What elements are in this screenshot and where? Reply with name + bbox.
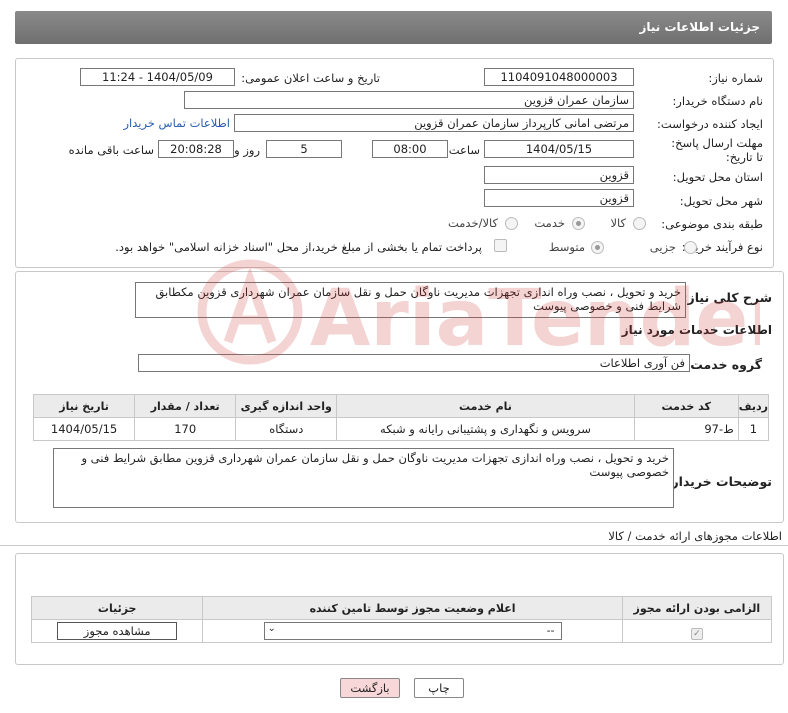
cell-need-date: 1404/05/15 (32, 417, 136, 441)
deadline-date-field: 1404/05/15 (484, 140, 634, 158)
hour-label: ساعت (448, 143, 480, 157)
process-radio-minor[interactable] (684, 241, 697, 254)
category-option-goods-service: کالا/خدمت (447, 216, 498, 230)
col-row: ردیف (737, 394, 770, 418)
buyer-notes-label: توضیحات خریدار: (666, 474, 772, 489)
permits-heading: اطلاعات مجوزهای ارائه خدمت / کالا (608, 529, 782, 543)
deadline-hour-field: 08:00 (372, 140, 448, 158)
table-row: 1 ط-97 سرویس و نگهداری و پشتیبانی رایانه… (32, 417, 770, 441)
days-label: روز و (234, 143, 260, 157)
back-button[interactable]: بازگشت (340, 678, 400, 698)
category-radio-service[interactable] (572, 217, 585, 230)
services-table: ردیف کد خدمت نام خدمت واحد اندازه گیری ت… (32, 394, 770, 441)
table-row: ✓ -- ⌄ مشاهده مجوز (30, 619, 773, 643)
need-info-panel (15, 58, 774, 268)
cell-service-name: سرویس و نگهداری و پشتیبانی رایانه و شبکه (336, 417, 635, 441)
summary-label: شرح کلی نیاز: (682, 290, 772, 305)
city-label: شهر محل تحویل: (679, 194, 763, 208)
service-group-label: گروه خدمت: (685, 357, 762, 372)
permits-table: الزامی بودن ارائه مجوز اعلام وضعیت مجوز … (30, 596, 773, 643)
province-field: قزوین (484, 166, 634, 184)
page-title: جزئیات اطلاعات نیاز (639, 20, 760, 34)
buyer-org-label: نام دستگاه خریدار: (672, 94, 763, 108)
col-quantity: تعداد / مقدار (134, 394, 237, 418)
cell-permit-details: مشاهده مجوز (30, 619, 204, 643)
cell-row: 1 (737, 417, 770, 441)
announce-label: تاریخ و ساعت اعلان عمومی: (241, 71, 380, 85)
cell-unit: دستگاه (235, 417, 338, 441)
remaining-time-field: 20:08:28 (158, 140, 234, 158)
services-heading: اطلاعات خدمات مورد نیاز (621, 323, 772, 337)
category-radio-goods-service[interactable] (505, 217, 518, 230)
category-label: طبقه بندی موضوعی: (661, 217, 763, 231)
service-group-field: فن آوری اطلاعات (138, 354, 690, 372)
buyer-contact-link[interactable]: اطلاعات تماس خریدار (123, 116, 230, 130)
creator-label: ایجاد کننده درخواست: (657, 117, 763, 131)
cell-permit-required: ✓ (621, 619, 773, 643)
process-option-medium: متوسط (548, 240, 585, 254)
col-unit: واحد اندازه گیری (235, 394, 338, 418)
summary-textarea[interactable]: خرید و تحویل ، نصب وراه اندازی تجهزات مد… (135, 282, 686, 318)
print-button[interactable]: چاپ (414, 678, 464, 698)
services-table-header: ردیف کد خدمت نام خدمت واحد اندازه گیری ت… (32, 394, 770, 418)
cell-service-code: ط-97 (633, 417, 739, 441)
announce-datetime-field: 1404/05/09 - 11:24 (80, 68, 235, 86)
page-header: جزئیات اطلاعات نیاز (15, 11, 772, 44)
deadline-label: مهلت ارسال پاسخ: تا تاریخ: (671, 136, 763, 164)
treasury-note: پرداخت تمام یا بخشی از مبلغ خرید،از محل … (115, 240, 482, 254)
city-field: قزوین (484, 189, 634, 207)
category-radio-goods[interactable] (633, 217, 646, 230)
col-service-name: نام خدمت (336, 394, 635, 418)
permits-table-header: الزامی بودن ارائه مجوز اعلام وضعیت مجوز … (30, 596, 773, 620)
days-field: 5 (266, 140, 342, 158)
remaining-label: ساعت باقی مانده (68, 143, 154, 157)
col-need-date: تاریخ نیاز (32, 394, 136, 418)
permit-status-select[interactable]: -- ⌄ (263, 622, 562, 640)
permit-required-checkbox[interactable]: ✓ (690, 627, 703, 640)
view-permit-button[interactable]: مشاهده مجوز (57, 622, 178, 640)
buyer-notes-textarea[interactable]: خرید و تحویل ، نصب وراه اندازی تجهزات مد… (53, 448, 674, 508)
permit-select-value: -- (546, 624, 555, 637)
cell-permit-status: -- ⌄ (202, 619, 623, 643)
category-option-goods: کالا (610, 216, 626, 230)
creator-field: مرتضی امانی کارپرداز سازمان عمران قزوین (234, 114, 634, 132)
process-option-minor: جزیی (649, 240, 676, 254)
permits-divider (0, 545, 788, 546)
buyer-org-field: سازمان عمران قزوین (184, 91, 634, 109)
col-service-code: کد خدمت (633, 394, 739, 418)
process-radio-medium[interactable] (591, 241, 604, 254)
treasury-checkbox[interactable] (494, 239, 507, 252)
province-label: استان محل تحویل: (672, 170, 763, 184)
category-option-service: خدمت (534, 216, 565, 230)
col-permit-required: الزامی بودن ارائه مجوز (621, 596, 773, 620)
chevron-down-icon: ⌄ (267, 623, 276, 634)
need-number-field: 1104091048000003 (484, 68, 634, 86)
cell-quantity: 170 (134, 417, 237, 441)
col-permit-status: اعلام وضعیت مجوز توسط تامین کننده (202, 596, 623, 620)
need-number-label: شماره نیاز: (708, 71, 763, 85)
col-permit-details: جزئیات (30, 596, 204, 620)
